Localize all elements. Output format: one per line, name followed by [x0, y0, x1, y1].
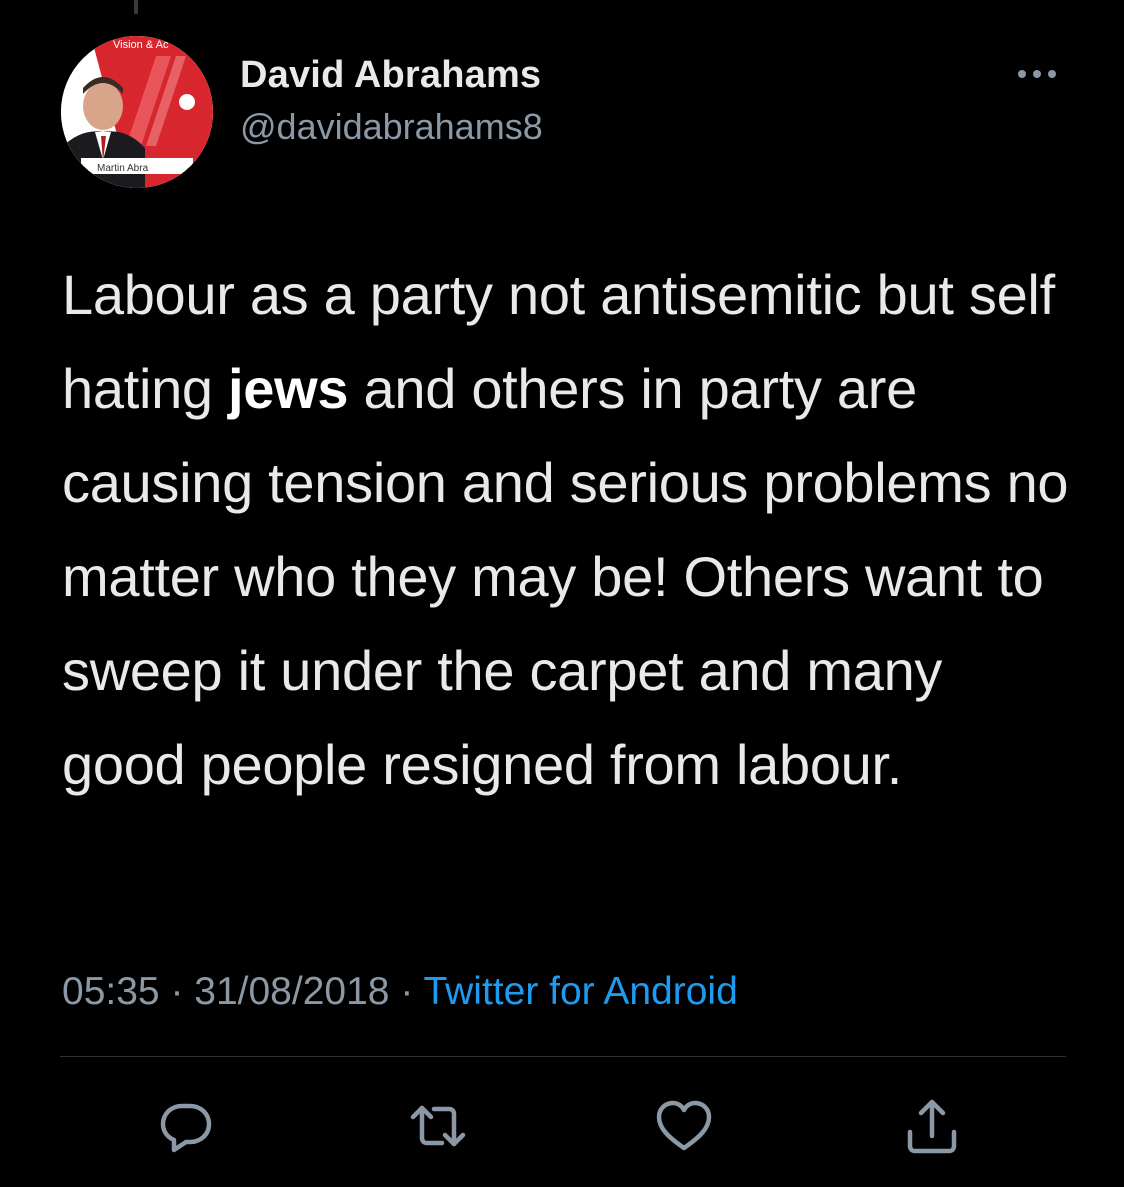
more-options-button[interactable]: [1012, 60, 1062, 88]
avatar-bottom-text: Martin Abra: [97, 163, 149, 174]
more-dots-icon: [1018, 70, 1056, 78]
retweet-icon: [410, 1105, 466, 1147]
author-block[interactable]: David Abrahams @davidabrahams8: [240, 52, 543, 150]
like-icon: [656, 1100, 712, 1151]
meta-separator: ·: [159, 970, 195, 1013]
reply-button[interactable]: [156, 1096, 216, 1156]
like-button[interactable]: [654, 1096, 714, 1156]
avatar-top-text: Vision & Ac: [113, 39, 169, 51]
retweet-button[interactable]: [408, 1096, 468, 1156]
divider: [60, 1056, 1066, 1057]
tweet-text-after: and others in party are causing tension …: [62, 357, 1069, 796]
tweet-date[interactable]: 31/08/2018: [194, 970, 389, 1013]
tweet-time[interactable]: 05:35: [62, 970, 160, 1013]
tweet-actions: [0, 1096, 1124, 1156]
avatar-image: Martin Abra Vision & Ac: [61, 36, 213, 188]
author-handle[interactable]: @davidabrahams8: [240, 104, 543, 150]
tweet-meta: 05:35 · 31/08/2018 · Twitter for Android: [62, 966, 738, 1018]
share-button[interactable]: [902, 1096, 962, 1156]
scroll-indicator: [134, 0, 138, 14]
author-display-name[interactable]: David Abrahams: [240, 52, 543, 98]
tweet-text: Labour as a party not antisemitic but se…: [62, 248, 1072, 812]
tweet-source-link[interactable]: Twitter for Android: [423, 970, 737, 1013]
meta-separator: ·: [389, 970, 424, 1013]
avatar[interactable]: Martin Abra Vision & Ac: [61, 36, 213, 188]
reply-icon: [160, 1103, 212, 1153]
tweet-text-highlight: jews: [228, 357, 349, 420]
share-icon: [907, 1099, 957, 1154]
